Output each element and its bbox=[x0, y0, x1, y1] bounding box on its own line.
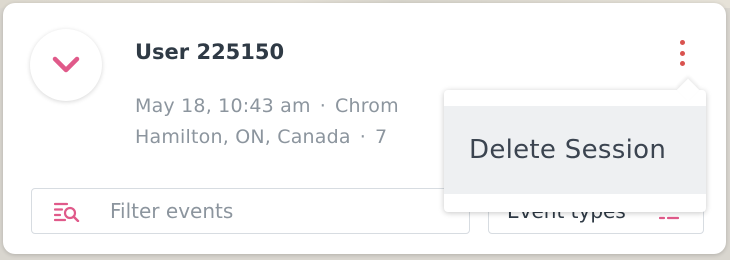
session-meta-line-1: May 18, 10:43 am · Chrom bbox=[135, 95, 399, 117]
session-options-menu: Delete Session bbox=[444, 78, 706, 212]
more-options-button[interactable] bbox=[671, 37, 693, 69]
chevron-down-icon bbox=[52, 56, 80, 73]
filter-events-input[interactable] bbox=[110, 197, 460, 225]
session-datetime: May 18, 10:43 am bbox=[135, 95, 311, 117]
session-location: Hamilton, ON, Canada bbox=[135, 126, 351, 148]
user-name: User 225150 bbox=[135, 40, 285, 64]
expand-session-button[interactable] bbox=[30, 29, 102, 101]
filter-search-icon bbox=[54, 202, 80, 222]
session-card: User 225150 May 18, 10:43 am · Chrom Hamil… bbox=[3, 3, 726, 254]
menu-pointer bbox=[676, 78, 700, 102]
meta-separator: · bbox=[359, 126, 366, 148]
session-browser: Chrom bbox=[334, 95, 399, 117]
delete-session-menu-item[interactable]: Delete Session bbox=[444, 106, 706, 194]
session-extra: 7 bbox=[375, 126, 388, 148]
meta-separator: · bbox=[319, 95, 326, 117]
kebab-dot bbox=[679, 61, 685, 66]
kebab-dot bbox=[679, 40, 685, 45]
filter-events-field[interactable] bbox=[31, 188, 470, 234]
kebab-dot bbox=[679, 50, 685, 56]
session-meta-line-2: Hamilton, ON, Canada · 7 bbox=[135, 126, 387, 148]
